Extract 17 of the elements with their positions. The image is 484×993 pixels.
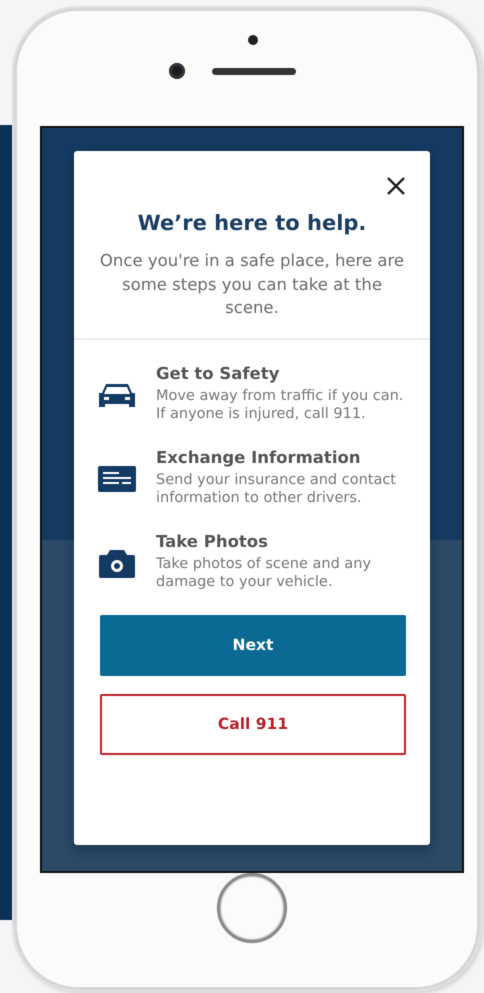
home-button[interactable] [217, 873, 287, 943]
close-icon[interactable] [386, 176, 406, 196]
step-description: Move away from traffic if you can. If anyone is injured, call 911. [156, 386, 404, 424]
step-description: Take photos of scene and any damage to your vehicle. [156, 554, 372, 592]
step-title: Take Photos [156, 532, 269, 550]
dialog-title: We’re here to help. [138, 211, 366, 235]
card-icon [98, 466, 136, 492]
step-title: Get to Safety [156, 364, 280, 382]
next-button[interactable]: Next [100, 614, 406, 676]
camera-lens [169, 63, 185, 79]
car-icon [98, 382, 136, 410]
sensor-dot [248, 35, 258, 45]
dialog-subtitle: Once you're in a safe place, here are some steps you can take at the scene. [98, 250, 406, 319]
call-button[interactable]: Call 911 [100, 694, 406, 754]
step-title: Exchange Information [156, 448, 362, 466]
camera-icon [99, 550, 135, 578]
step-description: Send your insurance and contact information to other drivers. [156, 470, 397, 508]
